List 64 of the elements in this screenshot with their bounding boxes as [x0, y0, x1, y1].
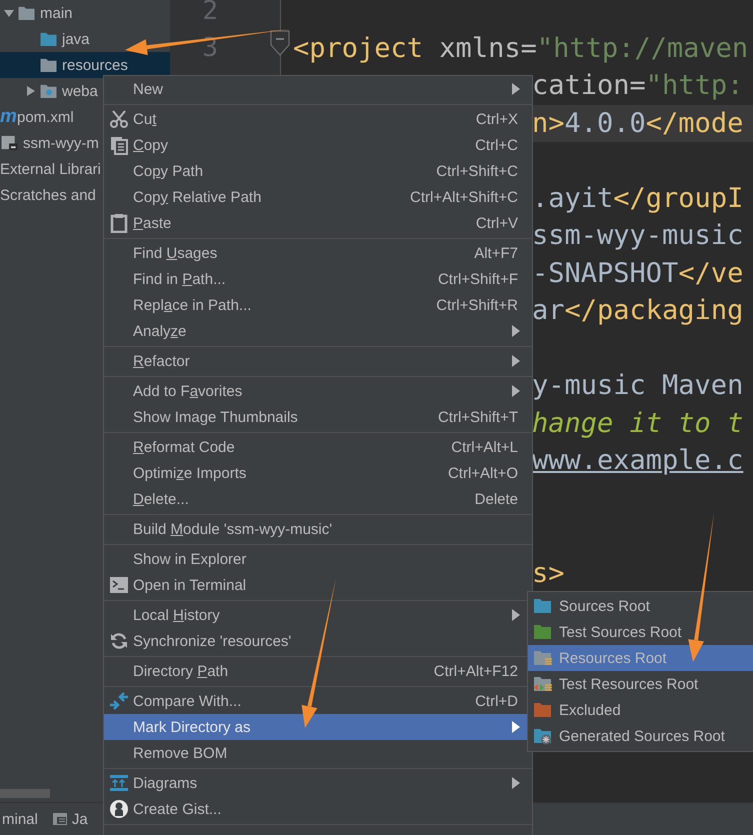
compare-icon [108, 691, 128, 711]
submenu-arrow-icon [512, 777, 520, 789]
code-line: <project xmlns="http://maven [293, 32, 750, 66]
code-line: www.example.c [532, 444, 744, 478]
generated-folder-icon [533, 727, 553, 745]
tree-item[interactable]: main [0, 0, 170, 26]
tree-item[interactable]: resources [0, 52, 170, 78]
menu-item[interactable]: Build Module 'ssm-wyy-music' [104, 516, 532, 542]
menu-item[interactable]: Analyze [104, 318, 532, 344]
copy-icon [108, 135, 128, 155]
menu-item[interactable]: Create Gist... [104, 796, 532, 822]
code-line: .ayit</groupI [532, 182, 744, 216]
diagram-icon [108, 773, 128, 793]
tree-item[interactable]: java [0, 26, 170, 52]
code-line: ar</packaging [532, 294, 744, 328]
sync-icon [108, 631, 128, 651]
submenu-arrow-icon [512, 355, 520, 367]
menu-item[interactable]: Paste Ctrl+V [104, 210, 532, 236]
submenu-arrow-icon [512, 83, 520, 95]
code-line: s> [532, 556, 566, 591]
submenu-arrow-icon [512, 325, 520, 337]
menu-item[interactable]: Reformat Code Ctrl+Alt+L [104, 434, 532, 460]
folder-icon [39, 31, 59, 47]
submenu-arrow-icon [512, 721, 520, 733]
folder-icon [533, 701, 553, 719]
menu-item[interactable]: Show Image Thumbnails Ctrl+Shift+T [104, 404, 532, 430]
menu-item[interactable]: Replace in Path... Ctrl+Shift+R [104, 292, 532, 318]
terminal-icon [108, 575, 128, 595]
code-line: -SNAPSHOT</ve [532, 256, 744, 291]
window-icon [52, 812, 68, 826]
folder-icon [39, 57, 59, 73]
menu-item[interactable]: Copy Path Ctrl+Shift+C [104, 158, 532, 184]
submenu-arrow-icon [512, 609, 520, 621]
scrollbar[interactable] [0, 789, 50, 798]
menu-item[interactable]: Find Usages Alt+F7 [104, 240, 532, 266]
code-line: ssm-wyy-music [532, 219, 744, 254]
maven-icon: m [0, 107, 17, 127]
menu-item[interactable]: Delete... Delete [104, 486, 532, 512]
code-line: hange it to t [532, 406, 744, 441]
menu-item[interactable]: Show in Explorer [104, 546, 532, 572]
tool-window-tab[interactable]: Ja [50, 810, 94, 828]
tool-window-tab[interactable]: minal [0, 810, 44, 828]
menu-item[interactable]: Add to Favorites [104, 378, 532, 404]
menu-item[interactable]: Copy Relative Path Ctrl+Alt+Shift+C [104, 184, 532, 210]
menu-item[interactable]: Optimize Imports Ctrl+Alt+O [104, 460, 532, 486]
scissors-icon [108, 109, 128, 129]
code-line: y-music Maven [532, 369, 744, 404]
test-resource-folder-icon [533, 675, 553, 693]
menu-item[interactable]: Find in Path... Ctrl+Shift+F [104, 266, 532, 292]
resource-folder-icon [533, 649, 553, 667]
code-line: cation="http: [532, 69, 744, 104]
menu-item[interactable]: New [104, 76, 532, 102]
clipboard-icon [108, 213, 128, 233]
submenu-arrow-icon [512, 385, 520, 397]
menu-item[interactable]: Diagrams [104, 770, 532, 796]
menu-item[interactable]: Test Sources Root [528, 619, 753, 645]
folder-icon [533, 623, 553, 641]
web-folder-icon [39, 83, 59, 99]
menu-item[interactable]: Refactor [104, 348, 532, 374]
module-icon [0, 135, 20, 151]
menu-item[interactable]: Cut Ctrl+X [104, 106, 532, 132]
menu-item[interactable]: Copy Ctrl+C [104, 132, 532, 158]
folder-icon [17, 5, 37, 21]
folder-icon [533, 597, 553, 615]
